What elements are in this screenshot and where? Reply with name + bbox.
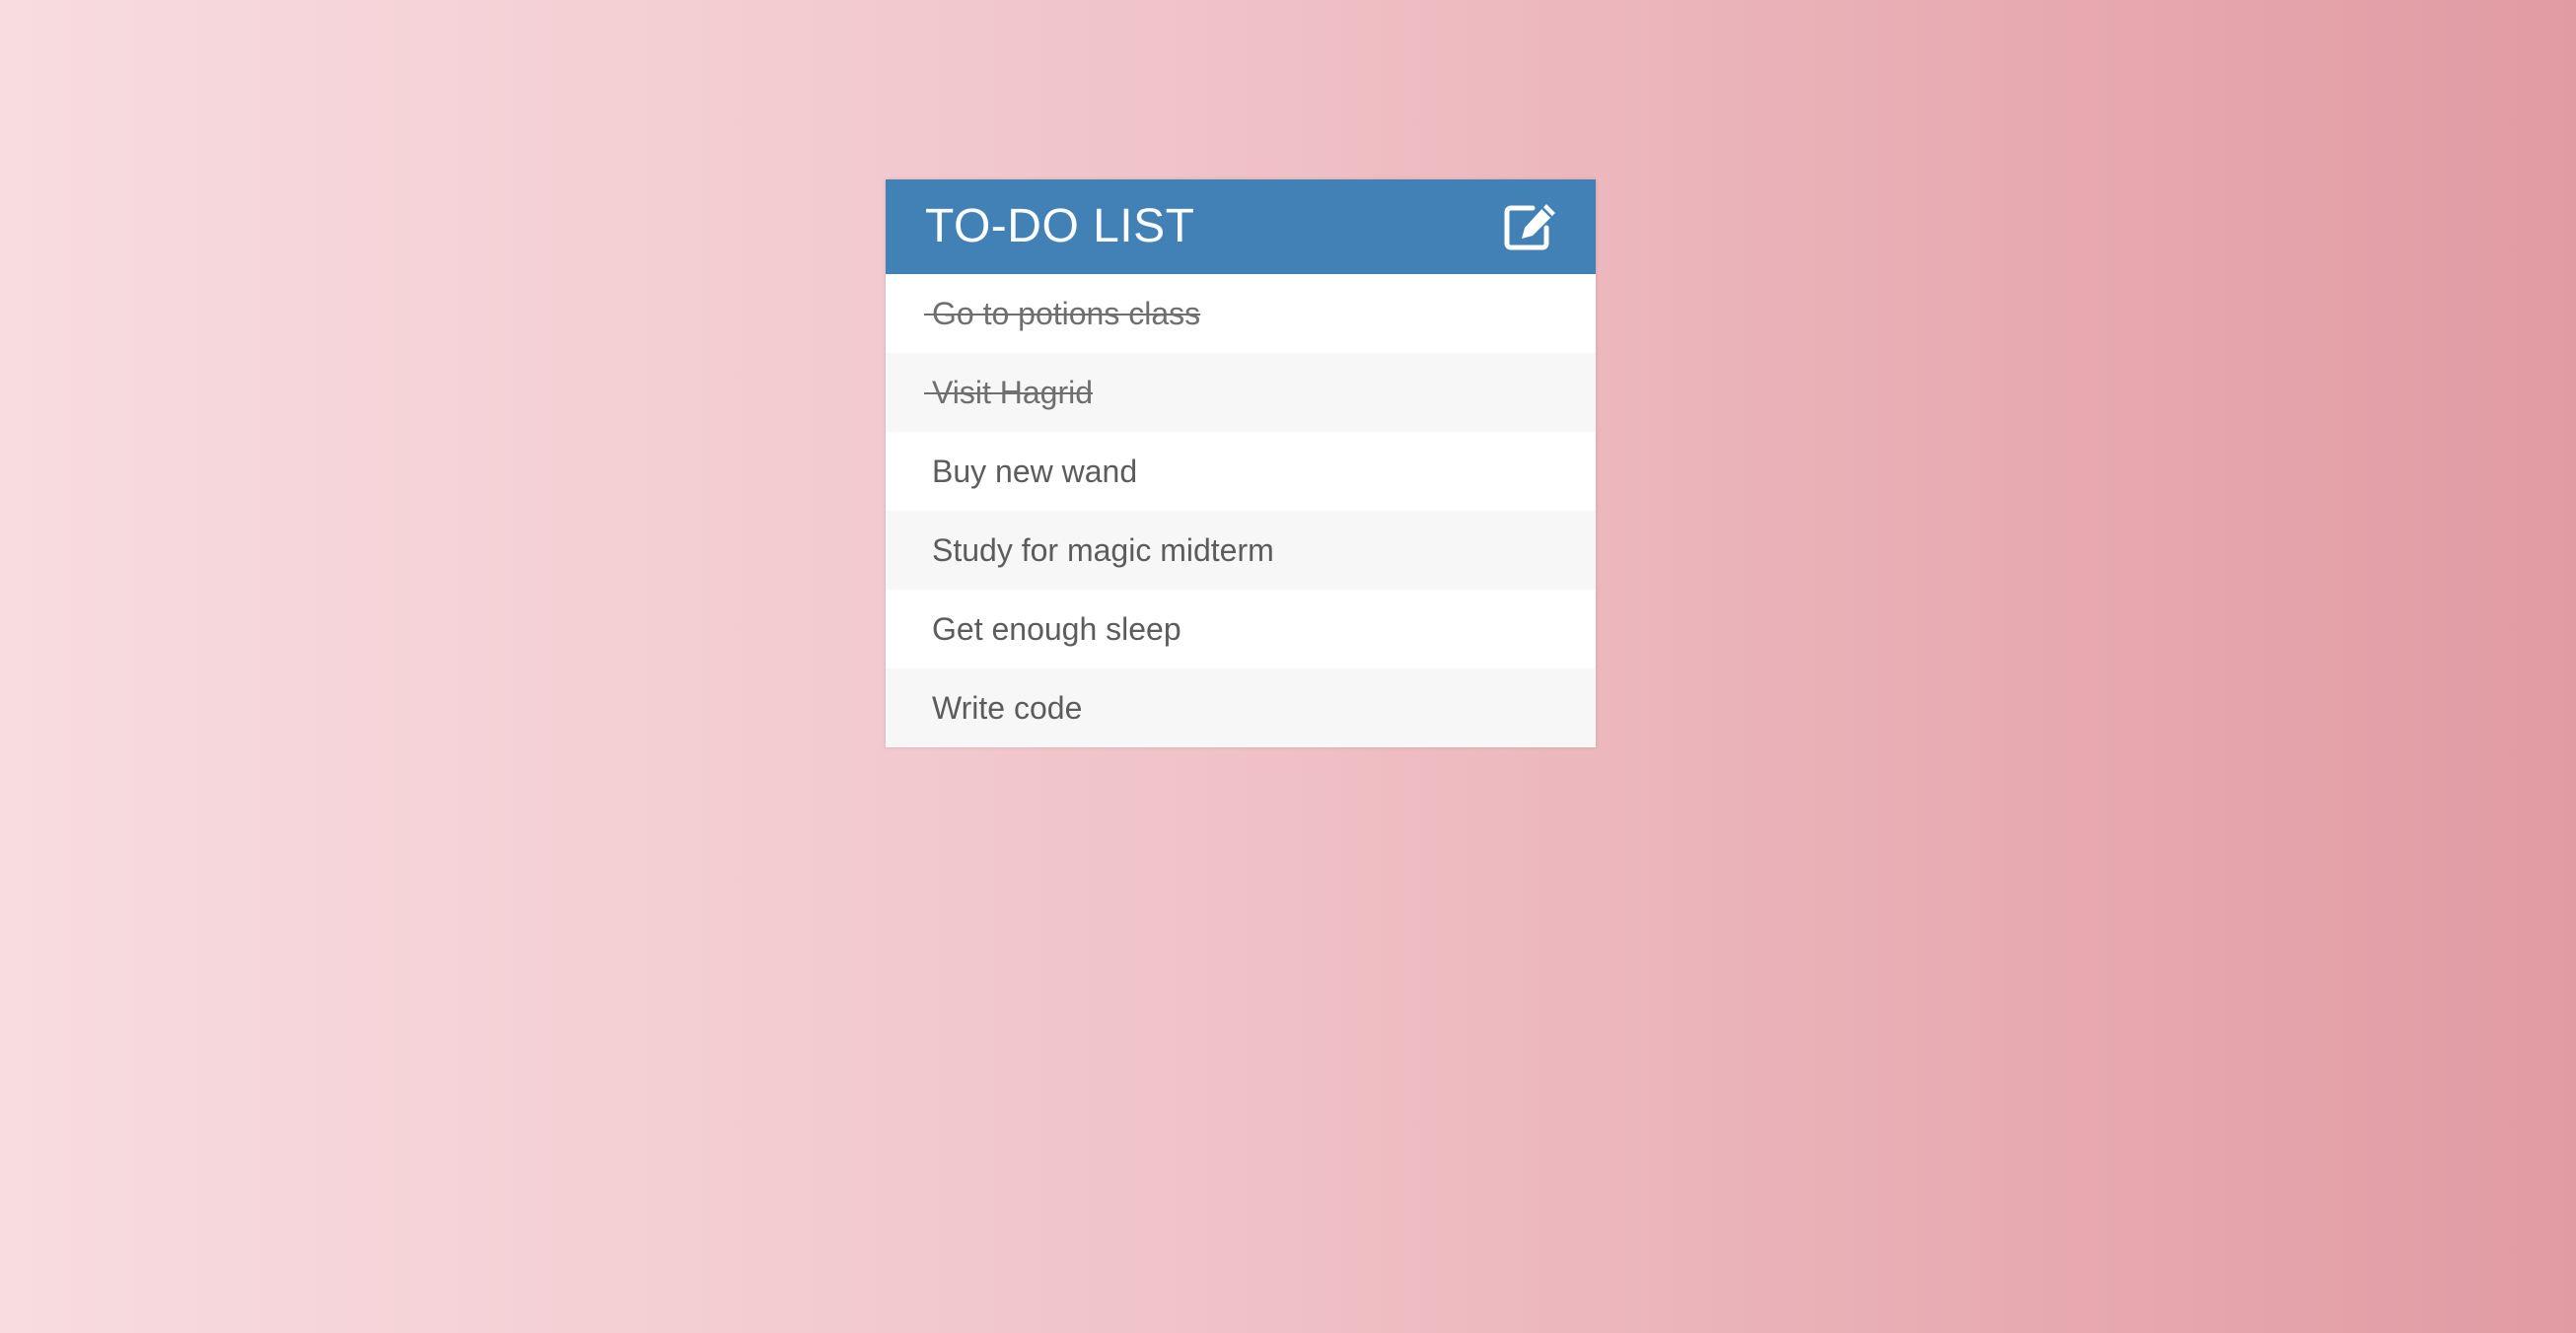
todo-item[interactable]: Write code [886, 668, 1596, 747]
todo-item-text: Buy new wand [932, 453, 1138, 489]
todo-item-text: Go to potions class [932, 295, 1201, 331]
todo-header: TO-DO LIST [886, 179, 1596, 274]
todo-item[interactable]: Visit Hagrid [886, 353, 1596, 432]
todo-list: Go to potions class Visit Hagrid Buy new… [886, 274, 1596, 747]
todo-item[interactable]: Buy new wand [886, 432, 1596, 511]
todo-title: TO-DO LIST [925, 200, 1195, 252]
todo-item-text: Write code [932, 689, 1083, 726]
todo-item[interactable]: Get enough sleep [886, 590, 1596, 668]
todo-item[interactable]: Study for magic midterm [886, 511, 1596, 590]
todo-item-text: Get enough sleep [932, 610, 1181, 647]
edit-icon[interactable] [1503, 199, 1558, 254]
todo-item-text: Visit Hagrid [932, 374, 1094, 410]
todo-item[interactable]: Go to potions class [886, 274, 1596, 353]
strike-mark [924, 314, 932, 316]
todo-item-text: Study for magic midterm [932, 531, 1274, 568]
strike-mark [924, 392, 932, 394]
todo-card: TO-DO LIST Go to potions class Visit Hag… [886, 179, 1596, 747]
